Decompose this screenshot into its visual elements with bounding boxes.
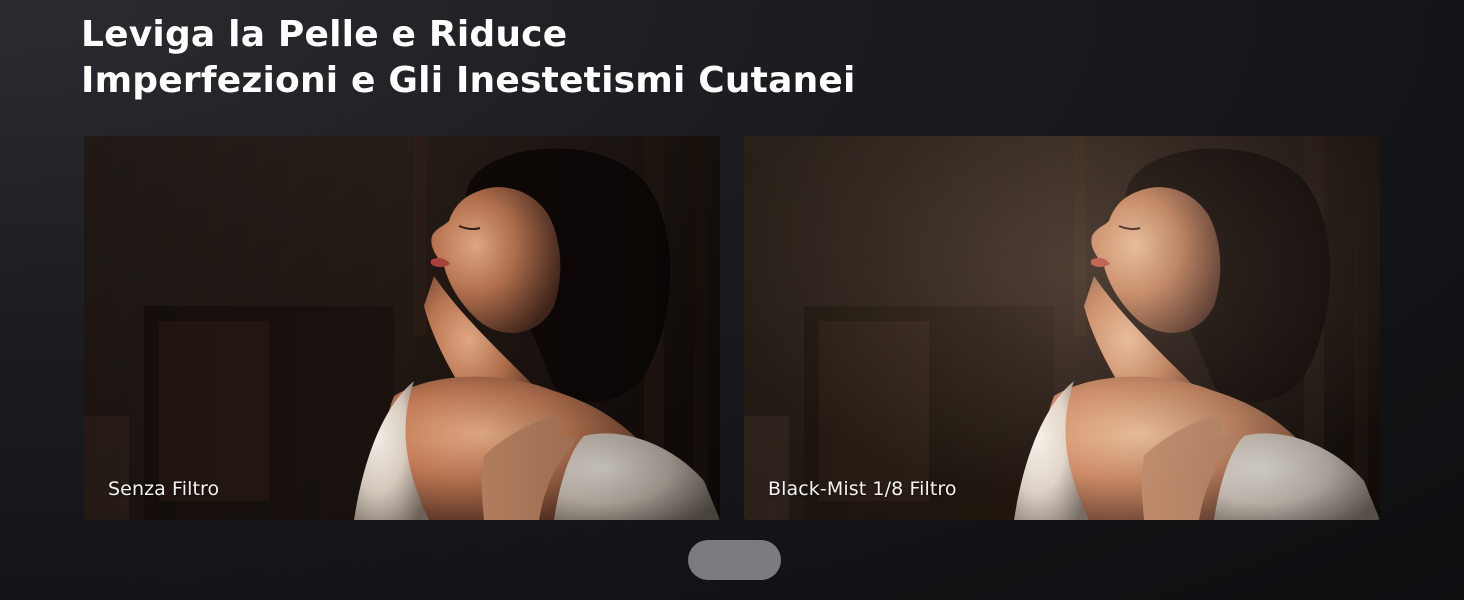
caption-black-mist: Black-Mist 1/8 Filtro bbox=[768, 478, 957, 500]
caption-no-filter: Senza Filtro bbox=[108, 478, 220, 500]
headline-line-1: Leviga la Pelle e Riduce bbox=[81, 14, 568, 55]
comparison-panel-black-mist: Black-Mist 1/8 Filtro bbox=[744, 136, 1380, 520]
portrait-photo-black-mist bbox=[744, 136, 1380, 520]
headline-line-2: Imperfezioni e Gli Inestetismi Cutanei bbox=[81, 60, 856, 101]
comparison-panel-no-filter: Senza Filtro bbox=[84, 136, 720, 520]
carousel-pager-pill[interactable] bbox=[688, 540, 781, 580]
headline: Leviga la Pelle e Riduce Imperfezioni e … bbox=[81, 12, 856, 104]
portrait-photo-no-filter bbox=[84, 136, 720, 520]
